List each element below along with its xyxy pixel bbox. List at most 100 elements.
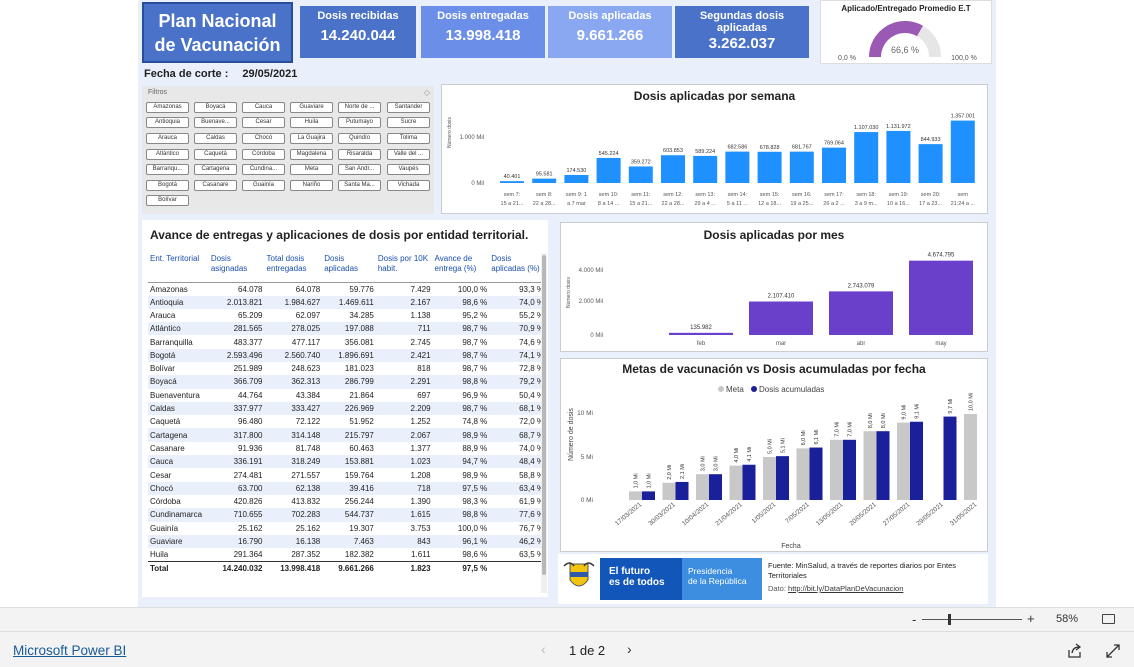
filter-button[interactable]: Vaupés bbox=[387, 164, 430, 175]
table-row[interactable]: Casanare 91.936 81.748 60.463 1.377 88,9 % 74,… bbox=[148, 442, 546, 455]
table-cell: 2.067 bbox=[375, 428, 433, 442]
filter-button[interactable]: Amazonas bbox=[146, 102, 189, 113]
filter-button[interactable]: Casanare bbox=[194, 180, 237, 191]
zoom-slider-thumb[interactable] bbox=[948, 614, 952, 625]
filter-button[interactable]: Antioquia bbox=[146, 117, 189, 128]
slogan-block: El futuro es de todos bbox=[600, 558, 682, 600]
filter-button[interactable]: Meta bbox=[290, 164, 333, 175]
weekly-bar-label: 95.581 bbox=[536, 172, 553, 178]
fullscreen-icon[interactable] bbox=[1105, 643, 1121, 659]
fit-to-page-icon[interactable] bbox=[1102, 614, 1115, 624]
dosis-bar-label: 3,0 Mi bbox=[714, 456, 720, 471]
table-cell: Cauca bbox=[148, 455, 209, 469]
filter-button[interactable]: Córdoba bbox=[242, 149, 285, 160]
column-header[interactable]: Avance de entrega (%) bbox=[432, 253, 490, 283]
filter-button[interactable]: Santa Ma... bbox=[338, 180, 381, 191]
table-cell: 63,4 % bbox=[489, 481, 546, 495]
table-row[interactable]: Amazonas 64.078 64.078 59.776 7.429 100,0 % 93… bbox=[148, 282, 546, 296]
prev-page-icon[interactable]: ‹ bbox=[541, 641, 546, 657]
table-row[interactable]: Caquetá 96.480 72.122 51.952 1.252 74,8 % 72,0… bbox=[148, 415, 546, 428]
filter-button[interactable]: Norte de ... bbox=[338, 102, 381, 113]
table-row[interactable]: Arauca 65.209 62.097 34.285 1.138 95,2 % 55,2 … bbox=[148, 309, 546, 322]
table-row[interactable]: Caldas 337.977 333.427 226.969 2.209 98,7 % 68… bbox=[148, 401, 546, 416]
filter-button[interactable]: Putumayo bbox=[338, 117, 381, 128]
table-row[interactable]: Guaviare 16.790 16.138 7.463 843 96,1 % 46,2 % bbox=[148, 534, 546, 549]
table-row[interactable]: Cartagena 317.800 314.148 215.797 2.067 98,9 … bbox=[148, 428, 546, 442]
filter-button[interactable]: Caldas bbox=[194, 133, 237, 144]
table-cell: 16.138 bbox=[264, 534, 323, 549]
table-row[interactable]: Huila 291.364 287.352 182.382 1.611 98,6 % 63,… bbox=[148, 548, 546, 562]
filter-button[interactable]: Bolívar bbox=[146, 195, 189, 206]
table-row[interactable]: Cundinamarca 710.655 702.283 544.737 1.615 98… bbox=[148, 508, 546, 522]
zoom-in-button[interactable]: + bbox=[1027, 611, 1035, 626]
table-row[interactable]: Antioquia 2.013.821 1.984.627 1.469.611 2.16… bbox=[148, 295, 546, 309]
filter-button[interactable]: Cesar bbox=[242, 117, 285, 128]
column-header[interactable]: Dosis por 10K habit. bbox=[375, 253, 433, 283]
filter-button[interactable]: Nariño bbox=[290, 180, 333, 191]
zoom-slider-track[interactable] bbox=[922, 619, 1022, 620]
table-scrollbar[interactable] bbox=[541, 253, 547, 593]
metas-x-tick: 21/04/2021 bbox=[714, 501, 744, 528]
gauge-max: 100,0 % bbox=[951, 55, 977, 62]
filter-button[interactable]: Valle del ... bbox=[387, 149, 430, 160]
coat-of-arms-icon bbox=[563, 562, 595, 587]
table-row[interactable]: Córdoba 420.826 413.832 256.244 1.390 98,3 % 6… bbox=[148, 495, 546, 508]
table-row[interactable]: Bogotá 2.593.496 2.560.740 1.896.691 2.421 98… bbox=[148, 348, 546, 362]
filter-button[interactable]: Vichada bbox=[387, 180, 430, 191]
filter-button[interactable]: Huila bbox=[290, 117, 333, 128]
table-row[interactable]: Bolívar 251.989 248.623 181.023 818 98,7 % 72,… bbox=[148, 362, 546, 375]
metas-x-tick: 7/05/2021 bbox=[784, 501, 811, 525]
table-row[interactable]: Guainía 25.162 25.162 19.307 3.753 100,0 % 76,… bbox=[148, 522, 546, 535]
table-row[interactable]: Cauca 336.191 318.249 153.881 1.023 94,7 % 48,… bbox=[148, 455, 546, 469]
share-icon[interactable] bbox=[1067, 643, 1083, 659]
filter-button[interactable]: Barranqu... bbox=[146, 164, 189, 175]
table-row[interactable]: Cesar 274.481 271.557 159.764 1.208 98,9 % 58,… bbox=[148, 468, 546, 481]
monthly-bar-label: 135.982 bbox=[690, 325, 712, 331]
data-link[interactable]: http://bit.ly/DataPlanDeVacunacion bbox=[788, 584, 903, 593]
filter-button[interactable]: Guaviare bbox=[290, 102, 333, 113]
filter-button[interactable]: Sucre bbox=[387, 117, 430, 128]
table-row[interactable]: Chocó 63.700 62.138 39.416 718 97,5 % 63,4 % bbox=[148, 481, 546, 495]
powerbi-link[interactable]: Microsoft Power BI bbox=[13, 643, 126, 658]
column-header[interactable]: Dosis aplicadas bbox=[322, 253, 376, 283]
filter-button[interactable]: Caquetá bbox=[194, 149, 237, 160]
filter-button[interactable]: Bogotá bbox=[146, 180, 189, 191]
filter-button[interactable]: Boyacá bbox=[194, 102, 237, 113]
column-header[interactable]: Dosis aplicadas (%) bbox=[489, 253, 546, 283]
table-cell: 291.364 bbox=[233, 550, 263, 560]
scrollbar-thumb[interactable] bbox=[542, 255, 546, 575]
column-header[interactable]: Total dosis entregadas bbox=[264, 253, 323, 283]
table-row[interactable]: Barranquilla 483.377 477.117 356.081 2.745 98… bbox=[148, 335, 546, 348]
table-row[interactable]: Boyacá 366.709 362.313 286.799 2.291 98,8 % 79… bbox=[148, 375, 546, 389]
metas-y-axis-label: Número de dosis bbox=[568, 408, 575, 461]
table-row[interactable]: Atlántico 281.565 278.025 197.088 711 98,7 % 7… bbox=[148, 322, 546, 336]
filter-button[interactable]: San Andr... bbox=[338, 164, 381, 175]
filter-button[interactable]: Arauca bbox=[146, 133, 189, 144]
filter-button[interactable]: Chocó bbox=[242, 133, 285, 144]
filter-button[interactable]: La Guajira bbox=[290, 133, 333, 144]
table-row[interactable]: Buenaventura 44.764 43.384 21.864 697 96,9 % 5… bbox=[148, 389, 546, 402]
zoom-out-button[interactable]: - bbox=[912, 612, 916, 627]
filter-button[interactable]: Quindío bbox=[338, 133, 381, 144]
kpi-value: 9.661.266 bbox=[576, 27, 644, 44]
filter-button[interactable]: Risaralda bbox=[338, 149, 381, 160]
filter-button[interactable]: Magdalena bbox=[290, 149, 333, 160]
filter-button[interactable]: Atlántico bbox=[146, 149, 189, 160]
column-header[interactable]: Ent. Territorial bbox=[148, 253, 209, 283]
table-cell: 2.421 bbox=[375, 348, 433, 362]
filter-button[interactable]: Tolima bbox=[387, 133, 430, 144]
eraser-icon[interactable]: ◇ bbox=[424, 88, 430, 97]
filter-button[interactable]: Cauca bbox=[242, 102, 285, 113]
filter-button[interactable]: Santander bbox=[387, 102, 430, 113]
report-title: Plan Nacional de Vacunación bbox=[142, 2, 293, 63]
filter-button[interactable]: Buenave... bbox=[194, 117, 237, 128]
filter-button[interactable]: Cundina... bbox=[242, 164, 285, 175]
meta-bar-label: 9,0 Mi bbox=[902, 405, 908, 420]
filter-button[interactable]: Cartagena bbox=[194, 164, 237, 175]
weekly-bar-label: 359.272 bbox=[631, 159, 651, 165]
next-page-icon[interactable]: › bbox=[627, 641, 632, 657]
gauge-value: 66,6 % bbox=[891, 45, 919, 55]
table-cell: 59.776 bbox=[349, 284, 374, 294]
column-header[interactable]: Dosis asignadas bbox=[208, 253, 265, 283]
filter-button[interactable]: Guainía bbox=[242, 180, 285, 191]
